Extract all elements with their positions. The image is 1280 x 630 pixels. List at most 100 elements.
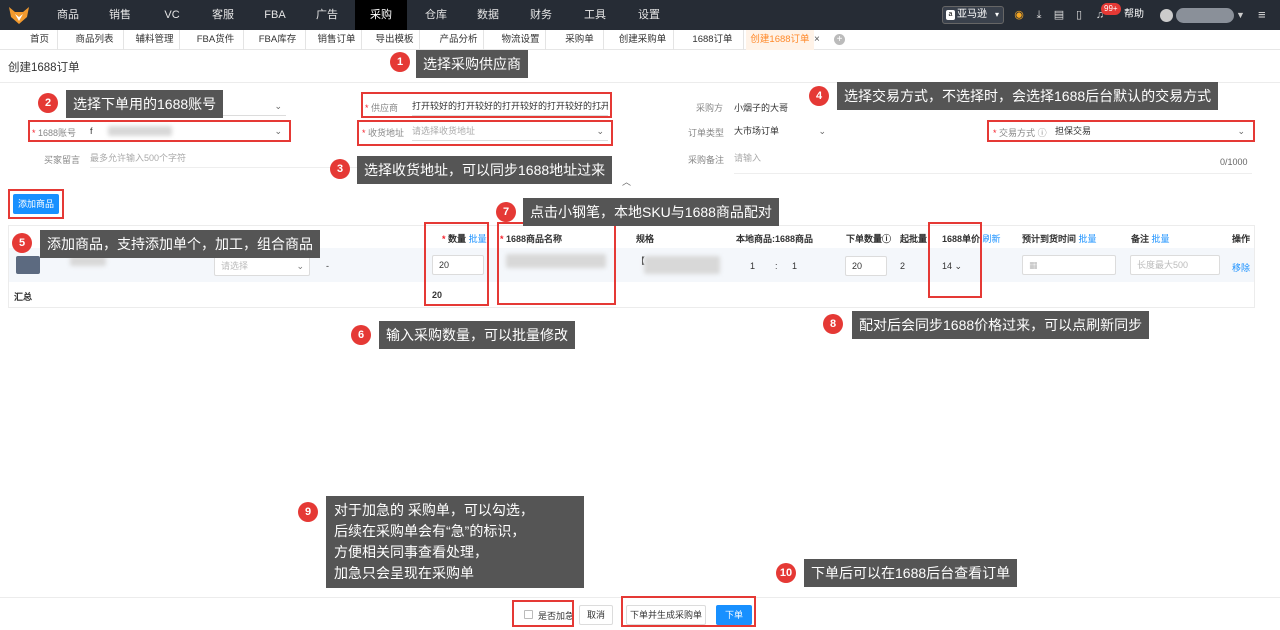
nav-finance[interactable]: 财务 [523, 0, 559, 30]
tab-sales-orders[interactable]: 销售订单 [312, 30, 362, 50]
callout-number-6: 6 [351, 325, 371, 345]
highlight-account [28, 120, 291, 142]
order-qty-input[interactable]: 20 [845, 256, 887, 276]
close-icon[interactable]: × [814, 30, 820, 50]
chevron-down-icon: ▾ [994, 10, 999, 19]
highlight-address [357, 120, 613, 146]
th-mapping: 本地商品:1688商品 [736, 234, 814, 244]
callout-8: 配对后会同步1688价格过来，可以点刷新同步 [852, 311, 1150, 339]
chevron-down-icon[interactable]: ▼ [1236, 0, 1245, 30]
purchaser-label: 采购方 [696, 103, 724, 113]
tab-product-analysis[interactable]: 产品分析 [434, 30, 484, 50]
help-link[interactable]: 帮助 [1124, 0, 1144, 30]
callout-9-line-1: 对于加急的 采购单，可以勾选， [334, 502, 534, 518]
min-batch-value: 2 [900, 261, 906, 271]
store-select[interactable]: 请选择 ⌄ [214, 256, 310, 276]
remove-link[interactable]: 移除 [1232, 261, 1250, 274]
note-input[interactable]: 长度最大500 [1130, 255, 1220, 275]
callout-2: 选择下单用的1688账号 [66, 90, 224, 118]
tab-home[interactable]: 首页 [22, 30, 58, 50]
callout-9-line-4: 加急只会呈现在采购单 [334, 565, 474, 581]
top-navbar: 商品 销售 VC 客服 FBA 广告 采购 仓库 数据 财务 工具 设置 a 亚… [0, 0, 1280, 30]
tab-accessories[interactable]: 辅料管理 [130, 30, 180, 50]
buyer-msg-placeholder: 最多允许输入500个字符 [90, 153, 187, 163]
nav-fba[interactable]: FBA [257, 0, 293, 30]
help-circle-icon[interactable]: ⓘ [882, 234, 891, 244]
tab-fba-shipment[interactable]: FBA货件 [188, 30, 244, 50]
store-select-placeholder: 请选择 [221, 261, 249, 271]
menu-icon[interactable]: ≡ [1258, 0, 1266, 30]
eta-date-input[interactable]: ▦ [1022, 255, 1116, 275]
buyer-msg-label: 买家留言 [44, 155, 81, 165]
spec-blurred [644, 256, 720, 274]
callout-3: 选择收货地址，可以同步1688地址过来 [357, 156, 613, 184]
marketplace-select[interactable]: a 亚马逊 ▾ [942, 6, 1004, 24]
tab-create-1688-order[interactable]: 创建1688订单 [746, 30, 814, 50]
refresh-price-link[interactable]: 刷新 [983, 234, 1001, 244]
tab-purchase-orders[interactable]: 采购单 [556, 30, 604, 50]
collapse-toggle[interactable]: ︿ [622, 175, 631, 188]
highlight-urgent [512, 600, 574, 627]
mobile-icon[interactable]: ▯ [1072, 8, 1086, 22]
tab-logistics[interactable]: 物流设置 [496, 30, 546, 50]
th-order-qty: 下单数量ⓘ [846, 234, 892, 244]
tab-1688-orders[interactable]: 1688订单 [682, 30, 744, 50]
highlight-add-product [8, 189, 64, 219]
purchaser-value: 小烟子的大哥 [734, 103, 789, 113]
callout-9: 对于加急的 采购单，可以勾选， 后续在采购单会有“急”的标识， 方便相关同事查看… [326, 496, 584, 588]
chevron-down-icon: ⌄ [818, 126, 826, 136]
mapping-right: 1 [792, 261, 798, 271]
fox-logo-icon[interactable] [8, 4, 30, 26]
nav-data[interactable]: 数据 [470, 0, 506, 30]
th-spec: 规格 [636, 234, 655, 244]
nav-customer-service[interactable]: 客服 [205, 0, 241, 30]
calendar-icon: ▦ [1029, 260, 1038, 270]
nav-sales[interactable]: 销售 [102, 0, 138, 30]
callout-number-3: 3 [330, 159, 350, 179]
radio-icon[interactable]: ◉ [1012, 8, 1026, 22]
callout-number-1: 1 [390, 52, 410, 72]
nav-products[interactable]: 商品 [50, 0, 86, 30]
callout-5: 添加商品，支持添加单个，加工，组合商品 [40, 230, 320, 258]
callout-number-9: 9 [298, 502, 318, 522]
download-icon[interactable]: ⤓ [1032, 8, 1046, 22]
chevron-down-icon: ⌄ [274, 101, 282, 111]
highlight-qty [424, 222, 489, 306]
nav-warehouse[interactable]: 仓库 [418, 0, 454, 30]
th-note: 备注 批量 [1131, 234, 1170, 244]
callout-1: 选择采购供应商 [416, 50, 528, 78]
th-eta: 预计到货时间 批量 [1022, 234, 1097, 244]
callout-6: 输入采购数量，可以批量修改 [379, 321, 575, 349]
nav-settings[interactable]: 设置 [631, 0, 667, 30]
batch-note-link[interactable]: 批量 [1152, 234, 1170, 244]
nav-purchase[interactable]: 采购 [355, 0, 407, 30]
tab-product-list[interactable]: 商品列表 [66, 30, 124, 50]
add-tab-icon[interactable]: + [834, 34, 845, 45]
total-label: 汇总 [14, 292, 33, 302]
callout-7: 点击小钢笔，本地SKU与1688商品配对 [523, 198, 779, 226]
page-title: 创建1688订单 [8, 62, 80, 74]
highlight-supplier [361, 92, 612, 118]
mapping-colon: : [775, 261, 778, 271]
cell-dash: - [326, 261, 329, 271]
callout-4: 选择交易方式，不选择时，会选择1688后台默认的交易方式 [837, 82, 1219, 110]
tab-fba-inventory[interactable]: FBA库存 [250, 30, 306, 50]
nav-ads[interactable]: 广告 [309, 0, 345, 30]
nav-vc[interactable]: VC [156, 0, 188, 30]
avatar[interactable] [1160, 9, 1173, 22]
batch-eta-link[interactable]: 批量 [1079, 234, 1097, 244]
product-thumbnail [16, 256, 40, 274]
nav-tools[interactable]: 工具 [577, 0, 613, 30]
remark-input[interactable]: 请输入 [734, 148, 1252, 174]
username-blurred[interactable] [1176, 8, 1234, 23]
tab-create-po[interactable]: 创建采购单 [612, 30, 674, 50]
order-type-label: 订单类型 [688, 128, 725, 138]
order-type-select[interactable]: 大市场订单 ⌄ [734, 121, 830, 141]
cancel-button[interactable]: 取消 [579, 605, 613, 625]
document-icon[interactable]: ▤ [1052, 8, 1066, 22]
highlight-unit-price [928, 222, 982, 298]
callout-number-10: 10 [776, 563, 796, 583]
callout-number-8: 8 [823, 314, 843, 334]
tab-export-templates[interactable]: 导出模板 [370, 30, 420, 50]
order-type-value: 大市场订单 [734, 126, 780, 136]
